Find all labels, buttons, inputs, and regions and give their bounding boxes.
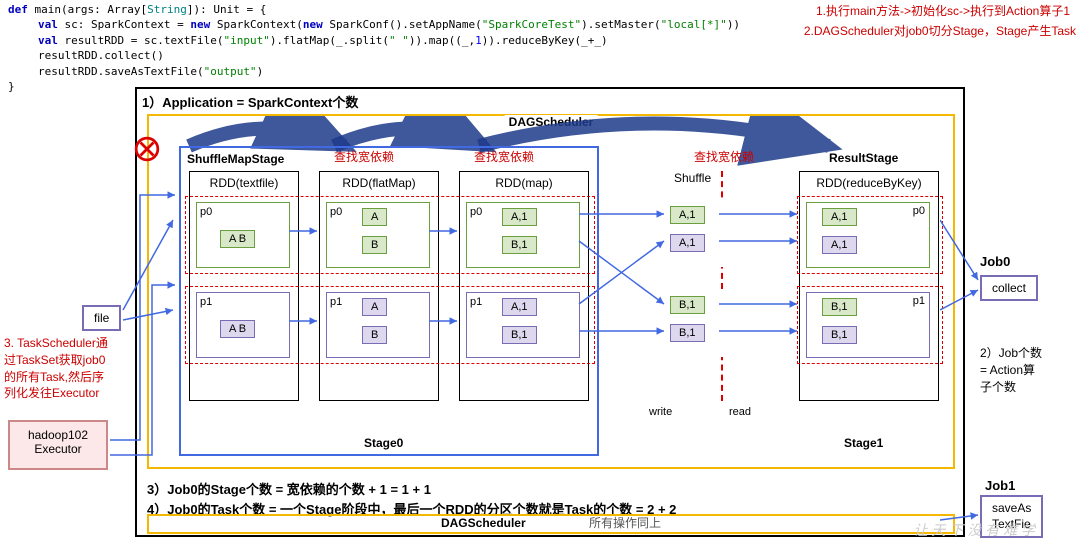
shuffle-p1: B,1 B,1	[649, 291, 759, 357]
note-1: 1.执行main方法->初始化sc->执行到Action算子1	[816, 2, 1070, 19]
collect-box: collect	[980, 275, 1038, 301]
chip: B,1	[670, 296, 705, 314]
watermark: 让 天 下 没 有 难 学	[914, 520, 1035, 540]
chip: A,1	[670, 234, 705, 252]
rdd-rbk-title: RDD(reduceByKey)	[800, 172, 938, 195]
note-3: 3. TaskScheduler通过TaskSet获取job0的所有Task,然…	[4, 335, 108, 402]
job1-label: Job1	[985, 478, 1015, 493]
chip: A,1	[670, 206, 705, 224]
dep-label-3: 查找宽依赖	[694, 148, 754, 165]
rdd-map-title: RDD(map)	[460, 172, 588, 195]
shuffle-p0: A,1 A,1	[649, 201, 759, 267]
dag-extra: 所有操作同上	[589, 516, 661, 530]
title-3: 3）Job0的Stage个数 = 宽依赖的个数 + 1 = 1 + 1	[147, 479, 431, 498]
result-stage-title: ResultStage	[829, 151, 898, 165]
title-application: 1）Application = SparkContext个数	[142, 92, 358, 111]
task-1-1	[797, 286, 943, 364]
dag-label-2: DAGScheduler	[441, 516, 526, 530]
dag-scheduler-box: DAGScheduler 查找宽依赖 查找宽依赖 查找宽依赖 ShuffleMa…	[147, 114, 955, 469]
main-diagram: 1）Application = SparkContext个数 DAGSchedu…	[135, 87, 965, 537]
task-0-0	[185, 196, 595, 274]
job-count: 2）Job个数= Action算子个数	[980, 344, 1042, 395]
rdd-tf-title: RDD(textfile)	[190, 172, 298, 195]
stage1-label: Stage1	[844, 436, 883, 450]
file-box: file	[82, 305, 121, 331]
cancel-icon	[134, 136, 160, 162]
read-label: read	[729, 406, 751, 418]
stage0-label: Stage0	[364, 436, 403, 450]
dag-title: DAGScheduler	[505, 115, 598, 129]
shuffle-title: Shuffle	[674, 171, 711, 185]
task-0-1	[185, 286, 595, 364]
executor-box: hadoop102Executor	[8, 420, 108, 470]
dag-scheduler-box-2: DAGScheduler 所有操作同上	[147, 514, 955, 534]
chip: B,1	[670, 324, 705, 342]
job0-label: Job0	[980, 254, 1010, 269]
write-label: write	[649, 406, 672, 418]
sms-title: ShuffleMapStage	[187, 152, 284, 166]
note-2: 2.DAGScheduler对job0切分Stage，Stage产生Task	[804, 22, 1076, 39]
task-1-0	[797, 196, 943, 274]
rdd-fm-title: RDD(flatMap)	[320, 172, 438, 195]
